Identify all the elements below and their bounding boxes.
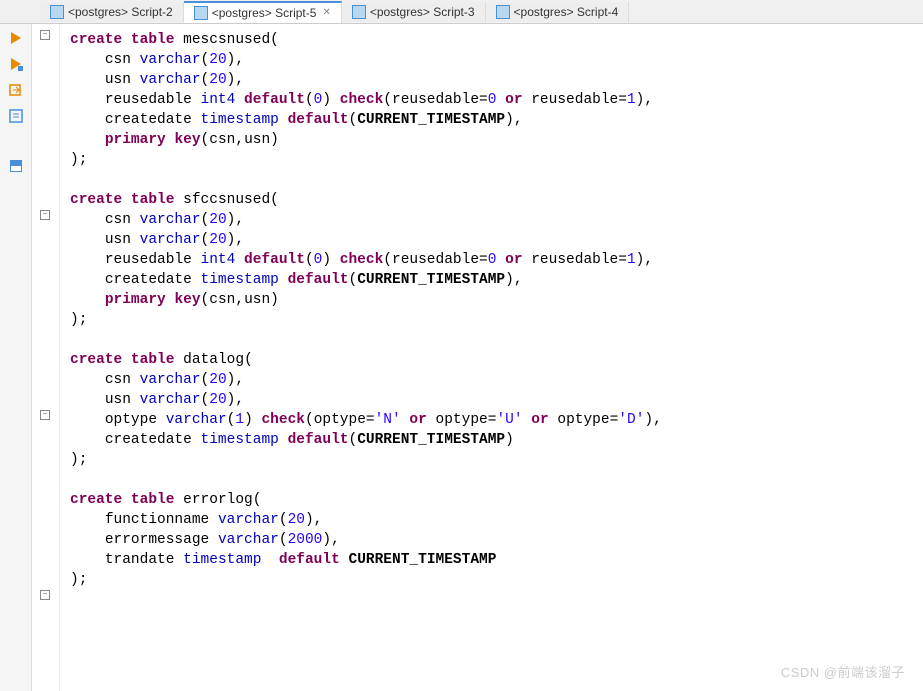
- tab-label: <postgres> Script-4: [514, 5, 619, 19]
- fold-gutter: − − − −: [32, 24, 60, 691]
- fold-toggle-icon[interactable]: −: [40, 590, 50, 600]
- export-icon[interactable]: [6, 80, 26, 100]
- code-editor[interactable]: create table mescsnused( csn varchar(20)…: [60, 24, 923, 691]
- execute-cursor-icon[interactable]: [6, 54, 26, 74]
- tab-script-2[interactable]: <postgres> Script-2: [40, 2, 184, 22]
- execute-icon[interactable]: [6, 28, 26, 48]
- tab-label: <postgres> Script-2: [68, 5, 173, 19]
- tab-bar: <postgres> Script-2 <postgres> Script-5 …: [0, 0, 923, 24]
- results-panel-icon[interactable]: [6, 156, 26, 176]
- fold-toggle-icon[interactable]: −: [40, 210, 50, 220]
- sql-file-icon: [496, 5, 510, 19]
- tab-script-3[interactable]: <postgres> Script-3: [342, 2, 486, 22]
- side-toolbar: [0, 24, 32, 691]
- tab-script-5[interactable]: <postgres> Script-5 ✕: [184, 1, 342, 23]
- tab-script-4[interactable]: <postgres> Script-4: [486, 2, 630, 22]
- sql-file-icon: [50, 5, 64, 19]
- watermark: CSDN @前端该溜子: [781, 663, 905, 683]
- tab-label: <postgres> Script-3: [370, 5, 475, 19]
- sql-file-icon: [194, 6, 208, 20]
- explain-icon[interactable]: [6, 106, 26, 126]
- sql-file-icon: [352, 5, 366, 19]
- fold-toggle-icon[interactable]: −: [40, 30, 50, 40]
- tab-label: <postgres> Script-5: [212, 6, 317, 20]
- close-icon[interactable]: ✕: [322, 7, 330, 18]
- fold-toggle-icon[interactable]: −: [40, 410, 50, 420]
